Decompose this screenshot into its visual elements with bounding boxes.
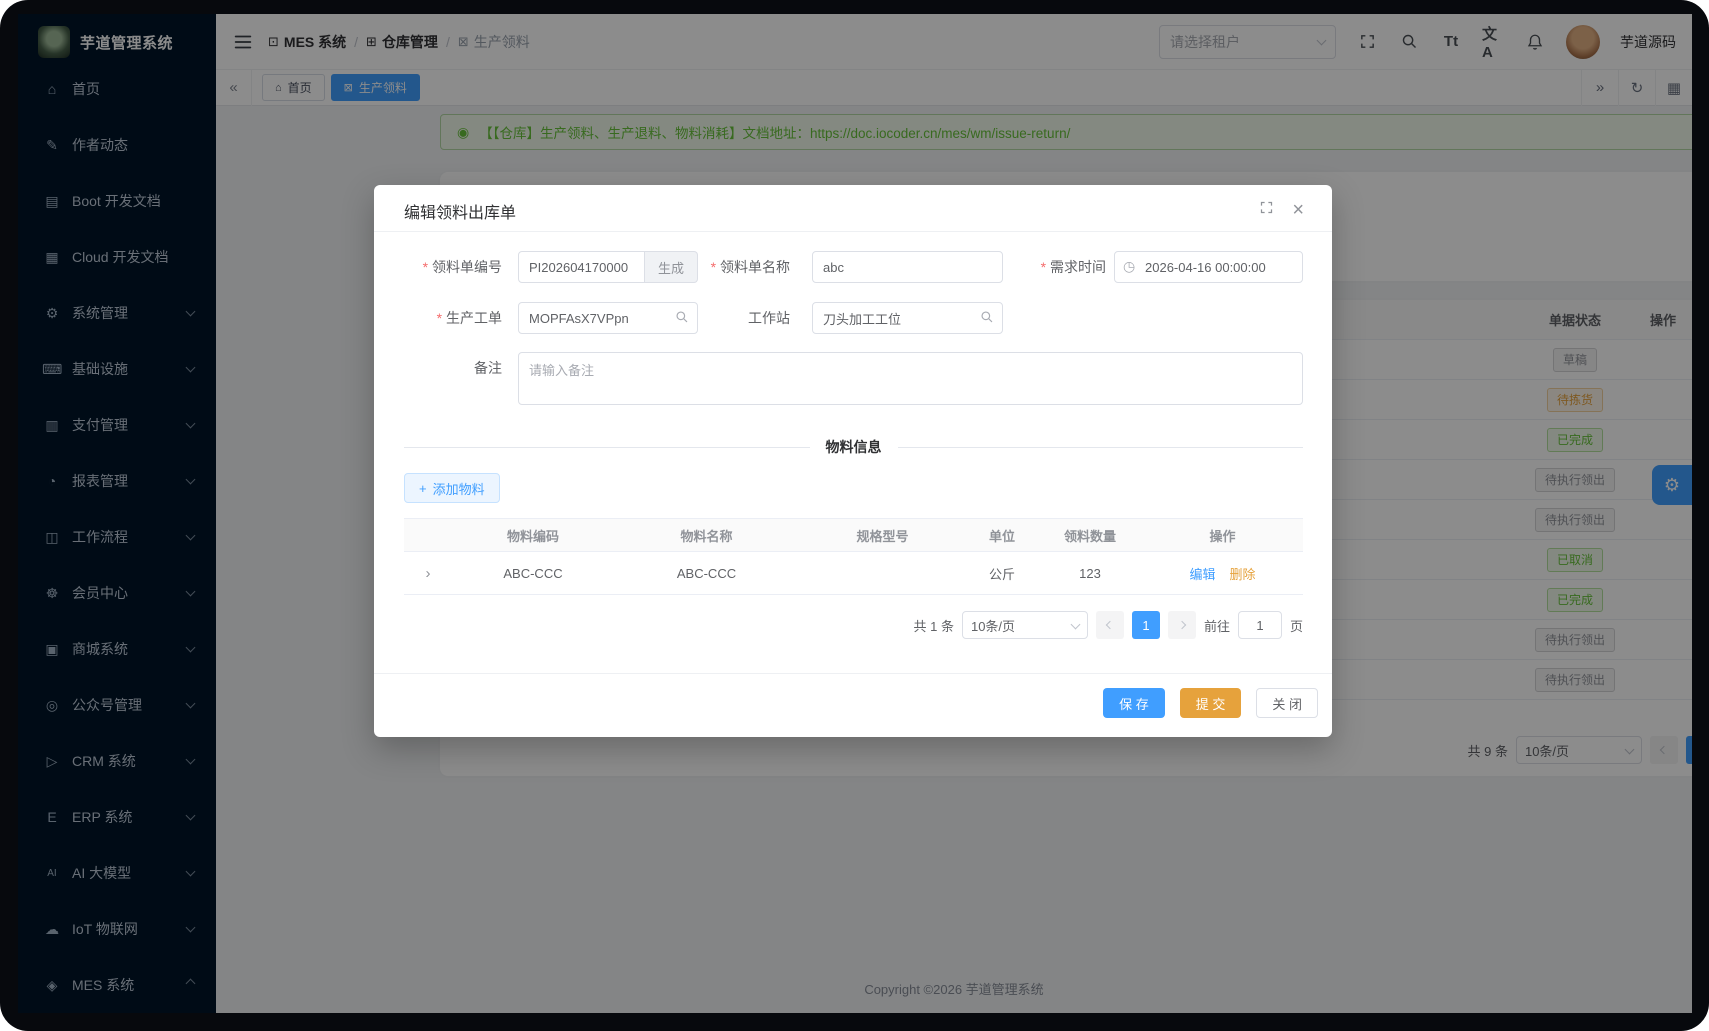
dialog-tools: × [1259, 200, 1304, 220]
edit-issue-order-dialog: 编辑领料出库单 × 领料单编号 生成 领料单名称 需求时间 ◷ 生产工单 工作站 [374, 185, 1332, 737]
material-section-title: 物料信息 [825, 439, 882, 455]
plus-icon: + [419, 480, 427, 496]
remark-label: 备注 [474, 360, 502, 376]
chevron-down-icon [1070, 619, 1081, 629]
page-unit-label: 页 [1289, 618, 1303, 634]
require-time-wrap: ◷ [1114, 251, 1303, 283]
material-table: 物料编码 物料名称 规格型号 单位 领料数量 操作 › ABC-CCC ABC-… [404, 518, 1303, 595]
order-name-input[interactable] [812, 251, 1003, 283]
total-count: 共 1 条 [913, 618, 954, 634]
submit-button[interactable]: 提 交 [1179, 688, 1242, 718]
dialog-footer-divider [374, 673, 1332, 674]
column-material-name: 物料名称 [680, 528, 733, 544]
screenshot-frame: 芋道管理系统 ⌂ 首页 ✎ 作者动态 ▤ Boot 开发文档 ▦ Cloud 开发文档 … [0, 0, 1709, 1031]
dialog-header: 编辑领料出库单 × [374, 185, 1332, 232]
workstation-input[interactable] [812, 302, 1003, 334]
app-window: 芋道管理系统 ⌂ 首页 ✎ 作者动态 ▤ Boot 开发文档 ▦ Cloud 开发文档 … [18, 14, 1692, 1013]
add-material-button[interactable]: + 添加物料 [404, 473, 500, 503]
order-no-label: 领料单编号 [394, 251, 502, 283]
search-icon[interactable] [980, 310, 994, 329]
material-row: › ABC-CCC ABC-CCC 公斤 123 编辑 删除 [404, 552, 1303, 595]
require-time-input[interactable] [1114, 251, 1303, 283]
require-time-label: 需求时间 [986, 251, 1106, 283]
material-code: ABC-CCC [503, 565, 563, 581]
column-ops: 操作 [1209, 528, 1236, 544]
material-qty: 123 [1079, 565, 1101, 581]
page-1-button[interactable]: 1 [1131, 611, 1160, 639]
chevron-left-icon [1105, 620, 1115, 630]
order-name-wrap [812, 251, 1003, 283]
delete-material-button[interactable]: 删除 [1230, 564, 1256, 583]
prev-page-button[interactable] [1095, 611, 1124, 639]
material-section-divider: 物料信息 [404, 435, 1303, 459]
goto-page-input[interactable] [1237, 611, 1282, 639]
dialog-close-icon[interactable]: × [1292, 200, 1304, 220]
edit-material-button[interactable]: 编辑 [1189, 564, 1215, 583]
close-button[interactable]: 关 闭 [1256, 688, 1318, 718]
goto-label: 前往 [1203, 618, 1230, 634]
dialog-title: 编辑领料出库单 [404, 205, 517, 222]
dialog-footer-buttons: 保 存 提 交 关 闭 [1103, 688, 1318, 718]
column-qty: 领料数量 [1063, 528, 1116, 544]
material-pagination: 共 1 条 10条/页 1 前往 页 [913, 611, 1303, 639]
chevron-right-icon [1177, 620, 1187, 630]
material-table-header: 物料编码 物料名称 规格型号 单位 领料数量 操作 [404, 518, 1303, 552]
order-no-input[interactable] [518, 251, 645, 283]
next-page-button[interactable] [1167, 611, 1196, 639]
order-name-label: 领料单名称 [670, 251, 790, 283]
workstation-label: 工作站 [748, 310, 790, 326]
workstation-wrap [812, 302, 1003, 334]
dialog-fullscreen-icon[interactable] [1259, 200, 1274, 220]
column-material-code: 物料编码 [506, 528, 559, 544]
save-button[interactable]: 保 存 [1103, 688, 1165, 718]
remark-textarea[interactable] [518, 352, 1303, 405]
material-unit: 公斤 [988, 566, 1015, 582]
column-unit: 单位 [988, 528, 1015, 544]
material-name: ABC-CCC [676, 565, 737, 581]
column-spec: 规格型号 [856, 528, 909, 544]
page-size-select[interactable]: 10条/页 [961, 611, 1088, 639]
clock-icon: ◷ [1123, 258, 1136, 274]
work-order-label: 生产工单 [394, 302, 502, 334]
expand-row-icon[interactable]: › [426, 565, 431, 582]
